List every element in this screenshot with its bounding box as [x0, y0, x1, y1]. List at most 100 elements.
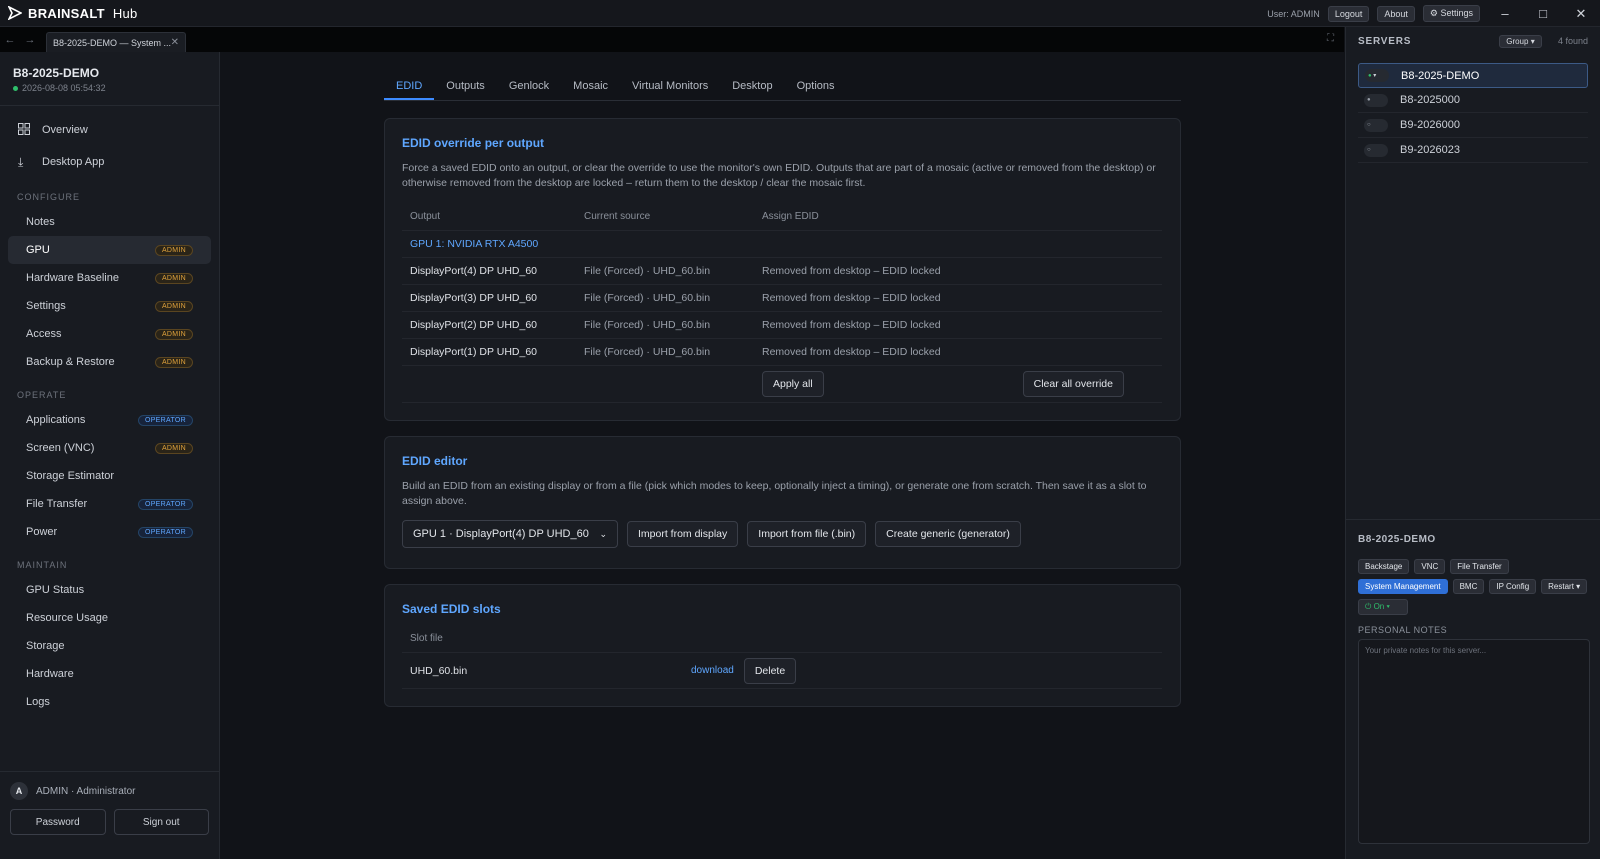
- sidebar-item-screen-vnc[interactable]: Screen (VNC) ADMIN: [8, 434, 211, 462]
- server-name: B8-2025-DEMO: [1401, 69, 1480, 82]
- status-toggle-icon[interactable]: ○: [1364, 143, 1388, 157]
- minimize-icon[interactable]: –: [1486, 0, 1524, 27]
- sidebar-item-gpu[interactable]: GPU ADMIN: [8, 236, 211, 264]
- tab-close-icon[interactable]: ✕: [171, 37, 179, 48]
- server-name: B8-2025000: [1400, 94, 1460, 106]
- sidebar-item-label: Access: [26, 328, 62, 340]
- server-item[interactable]: ● B8-2025000: [1358, 88, 1588, 113]
- sidebar-item-backup-restore[interactable]: Backup & Restore ADMIN: [8, 348, 211, 376]
- file-transfer-button[interactable]: File Transfer: [1450, 559, 1509, 574]
- delete-button[interactable]: Delete: [743, 657, 797, 684]
- sidebar-item-notes[interactable]: Notes: [8, 208, 211, 236]
- sidebar-item-label: Screen (VNC): [26, 442, 95, 454]
- clear-all-override-button[interactable]: Clear all override: [1022, 371, 1124, 397]
- tab-outputs[interactable]: Outputs: [434, 74, 497, 100]
- sidebar-item-access[interactable]: Access ADMIN: [8, 320, 211, 348]
- password-button[interactable]: Password: [10, 809, 106, 835]
- tab-options[interactable]: Options: [785, 74, 847, 100]
- sidebar-item-label: Resource Usage: [26, 612, 108, 624]
- output-name: DisplayPort(2) DP UHD_60: [410, 319, 538, 331]
- tab-desktop[interactable]: Desktop: [720, 74, 784, 100]
- forward-arrow-icon[interactable]: →: [20, 34, 40, 46]
- card-title: Saved EDID slots: [402, 602, 501, 616]
- sidebar-item-storage[interactable]: Storage: [8, 632, 211, 660]
- sidebar-item-label: Storage: [26, 640, 65, 652]
- server-item[interactable]: ● ▾ B8-2025-DEMO: [1358, 63, 1588, 88]
- import-from-file-button[interactable]: Import from file (.bin): [747, 521, 867, 547]
- settings-button[interactable]: ⚙ Settings: [1422, 5, 1480, 22]
- sidebar-item-power[interactable]: Power OPERATOR: [8, 518, 211, 546]
- gpu-label: GPU 1: NVIDIA RTX A4500: [410, 238, 539, 250]
- sidebar-item-label: Backup & Restore: [26, 356, 115, 368]
- about-button[interactable]: About: [1377, 5, 1415, 22]
- sidebar-item-desktop-app[interactable]: ⤓ Desktop App: [8, 146, 211, 178]
- sidebar-item-gpu-status[interactable]: GPU Status: [8, 576, 211, 604]
- table-row: UHD_60.bin download Delete: [402, 653, 1162, 689]
- admin-badge: ADMIN: [154, 356, 193, 368]
- server-time-text: 2026-08-08 05:54:32: [22, 83, 106, 93]
- sidebar-item-logs[interactable]: Logs: [8, 688, 211, 716]
- close-icon[interactable]: ✕: [1562, 0, 1600, 27]
- user-label: ADMIN · Administrator: [36, 785, 136, 797]
- status-toggle-icon[interactable]: ●: [1364, 93, 1388, 107]
- current-source: File (Forced) · UHD_60.bin: [584, 346, 711, 358]
- personal-notes-input[interactable]: Your private notes for this server...: [1358, 639, 1590, 844]
- sidebar-item-file-transfer[interactable]: File Transfer OPERATOR: [8, 490, 211, 518]
- tab-mosaic[interactable]: Mosaic: [561, 74, 620, 100]
- download-link[interactable]: download: [691, 665, 734, 676]
- download-icon: ⤓: [18, 154, 24, 169]
- sidebar-item-label: Overview: [42, 124, 88, 136]
- vnc-button[interactable]: VNC: [1414, 559, 1446, 574]
- sidebar-item-settings[interactable]: Settings ADMIN: [8, 292, 211, 320]
- power-dropdown[interactable]: ⏻ On ▾: [1358, 599, 1408, 615]
- back-arrow-icon[interactable]: ←: [0, 34, 20, 46]
- sidebar: B8-2025-DEMO 2026-08-08 05:54:32 Overvie…: [0, 52, 220, 859]
- section-maintain: MAINTAIN: [17, 560, 68, 570]
- group-dropdown[interactable]: Group ▾: [1499, 34, 1542, 48]
- actions-row: Apply all Clear all override: [402, 366, 1162, 403]
- card-description: Force a saved EDID onto an output, or cl…: [402, 162, 1156, 189]
- gpu-group-row: GPU 1: NVIDIA RTX A4500: [402, 231, 1162, 258]
- tab-virtual-monitors[interactable]: Virtual Monitors: [620, 74, 720, 100]
- main-content: EDID Outputs Genlock Mosaic Virtual Moni…: [220, 52, 1344, 859]
- create-generic-button[interactable]: Create generic (generator): [875, 521, 1021, 547]
- import-from-display-button[interactable]: Import from display: [627, 521, 739, 547]
- sidebar-item-storage-estimator[interactable]: Storage Estimator: [8, 462, 211, 490]
- browser-tab[interactable]: B8-2025-DEMO — System ... ✕: [46, 32, 186, 52]
- servers-count: 4 found: [1557, 36, 1588, 46]
- settings-label: Settings: [1440, 8, 1473, 18]
- restart-dropdown[interactable]: Restart ▾: [1541, 579, 1588, 594]
- status-toggle-icon[interactable]: ○: [1364, 118, 1388, 132]
- ip-config-button[interactable]: IP Config: [1489, 579, 1537, 594]
- sidebar-item-hardware[interactable]: Hardware: [8, 660, 211, 688]
- sidebar-item-label: Power: [26, 526, 58, 538]
- sidebar-item-label: Applications: [26, 414, 86, 426]
- output-name: DisplayPort(3) DP UHD_60: [410, 292, 538, 304]
- sidebar-item-overview[interactable]: Overview: [8, 114, 211, 146]
- tab-edid[interactable]: EDID: [384, 74, 435, 100]
- sidebar-item-label: Settings: [26, 300, 66, 312]
- output-select[interactable]: GPU 1 · DisplayPort(4) DP UHD_60 ⌄: [402, 520, 618, 548]
- table-header: Slot file: [402, 625, 1162, 653]
- tab-genlock[interactable]: Genlock: [497, 74, 561, 100]
- online-toggle-icon[interactable]: ● ▾: [1365, 69, 1389, 82]
- maximize-icon[interactable]: □: [1524, 0, 1562, 27]
- slot-name: UHD_60.bin: [410, 664, 468, 677]
- server-item[interactable]: ○ B9-2026023: [1358, 138, 1588, 163]
- server-item[interactable]: ○ B9-2026000: [1358, 113, 1588, 138]
- saved-slots-card: Saved EDID slots Slot file UHD_60.bin do…: [384, 584, 1181, 707]
- grid-icon: [18, 122, 34, 138]
- system-management-button[interactable]: System Management: [1358, 579, 1448, 594]
- bmc-button[interactable]: BMC: [1452, 579, 1485, 594]
- sign-out-button[interactable]: Sign out: [113, 809, 209, 835]
- logout-button[interactable]: Logout: [1327, 5, 1370, 22]
- sidebar-item-resource-usage[interactable]: Resource Usage: [8, 604, 211, 632]
- admin-badge: ADMIN: [154, 244, 193, 256]
- apply-all-button[interactable]: Apply all: [762, 371, 824, 397]
- backstage-button[interactable]: Backstage: [1358, 559, 1410, 574]
- brand-product: Hub: [112, 5, 138, 21]
- fullscreen-icon[interactable]: ⛶: [1327, 33, 1334, 44]
- chevron-down-icon: ⌄: [599, 528, 607, 539]
- sidebar-item-applications[interactable]: Applications OPERATOR: [8, 406, 211, 434]
- sidebar-item-hardware-baseline[interactable]: Hardware Baseline ADMIN: [8, 264, 211, 292]
